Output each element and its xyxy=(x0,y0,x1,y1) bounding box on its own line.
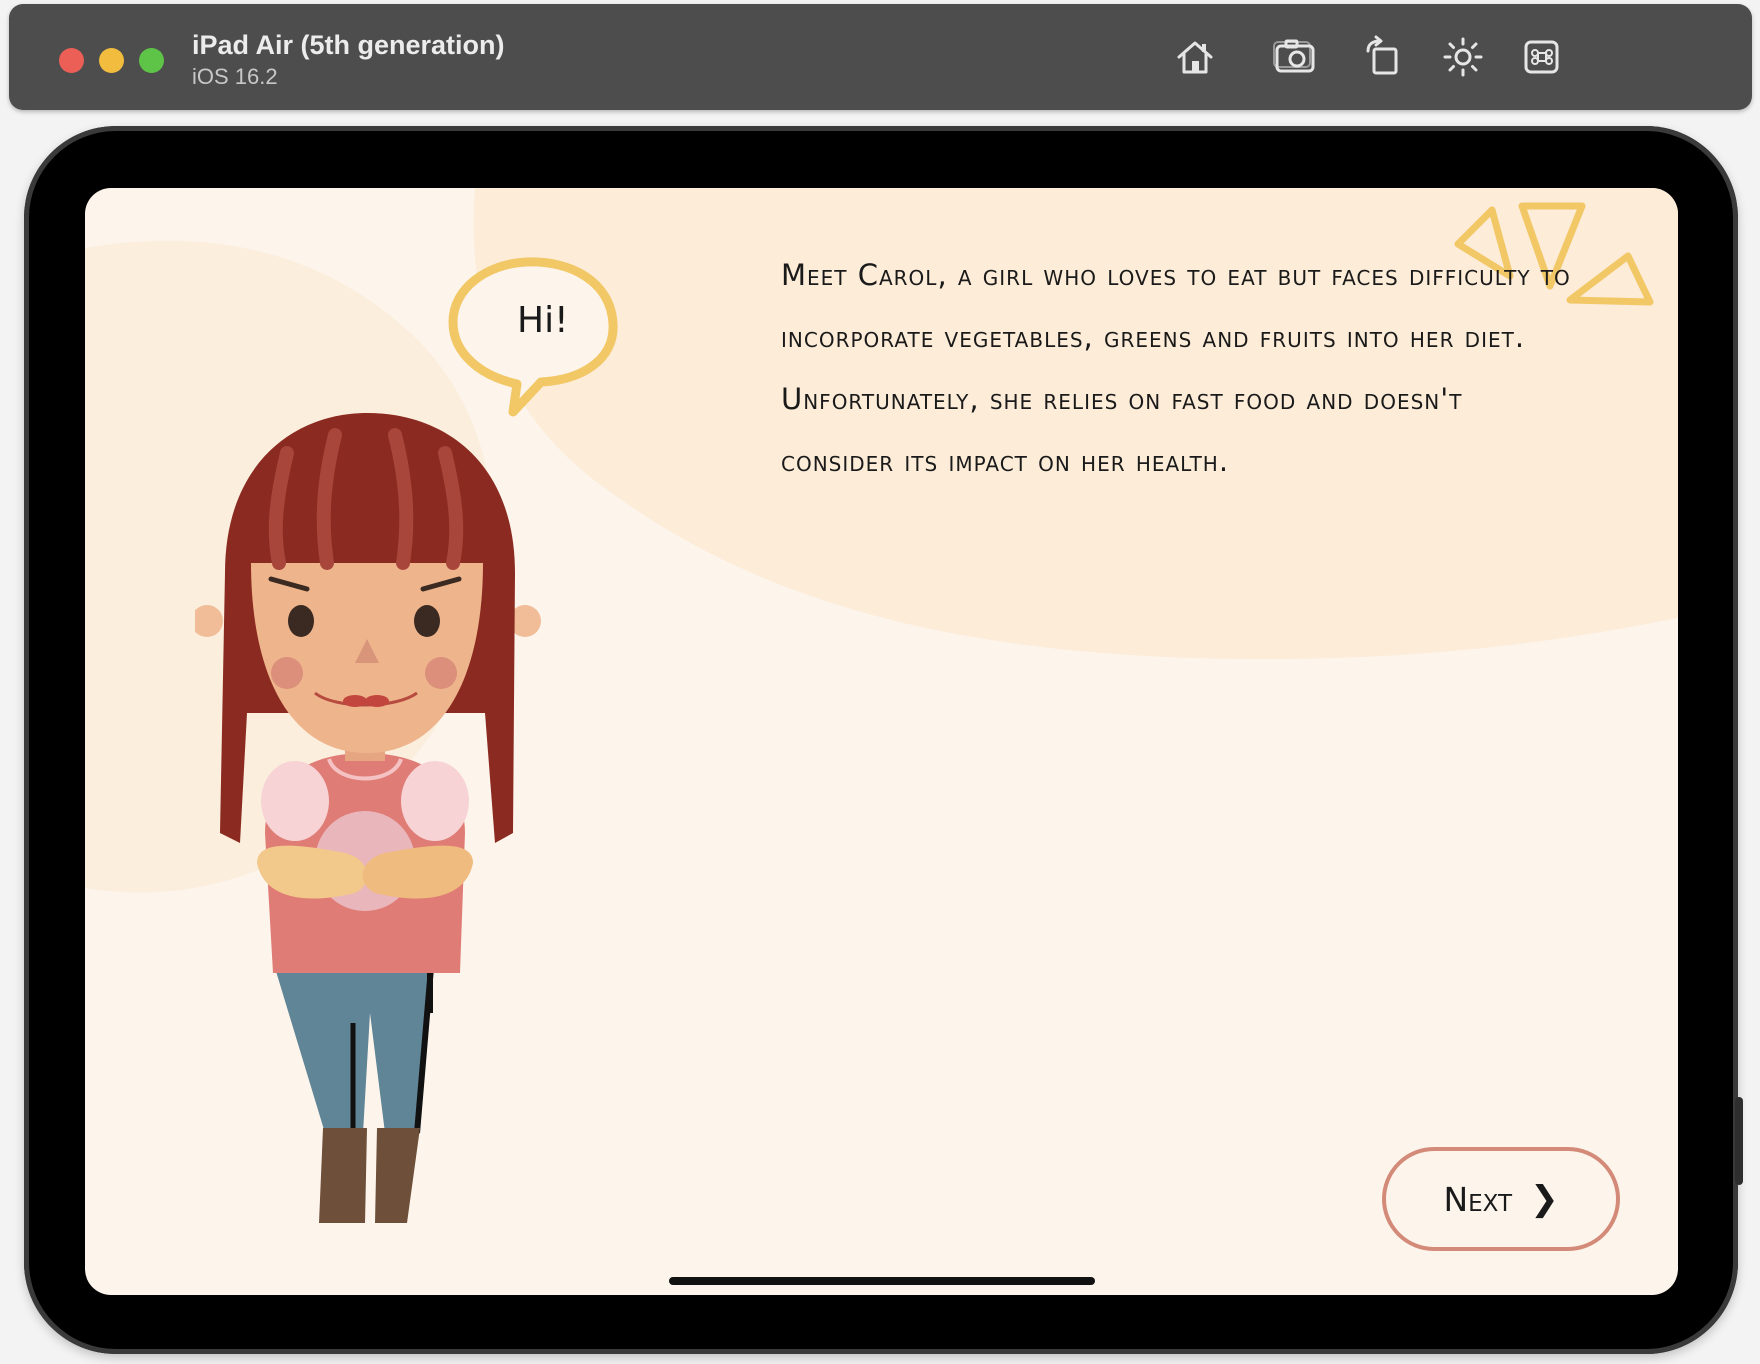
simulator-window: iPad Air (5th generation) iOS 16.2 Hi! M… xyxy=(0,0,1760,1364)
home-button[interactable] xyxy=(1170,32,1220,82)
rotate-button[interactable] xyxy=(1359,32,1409,82)
home-icon xyxy=(1177,41,1213,74)
command-icon xyxy=(1524,40,1559,74)
next-button-label: Next xyxy=(1443,1179,1513,1219)
rotate-icon xyxy=(1366,35,1398,75)
zoom-window-button[interactable] xyxy=(139,48,164,73)
side-button[interactable] xyxy=(1735,1097,1743,1185)
screenshot-button[interactable] xyxy=(1270,32,1320,82)
screenshot-icon xyxy=(1273,39,1315,73)
close-window-button[interactable] xyxy=(59,48,84,73)
next-button[interactable]: Next ❯ xyxy=(1382,1147,1620,1251)
home-indicator[interactable] xyxy=(669,1277,1095,1285)
simulator-titlebar: iPad Air (5th generation) iOS 16.2 xyxy=(9,4,1752,110)
appearance-icon xyxy=(1443,37,1483,77)
story-paragraph: Meet Carol, a girl who loves to eat but … xyxy=(781,258,1571,478)
command-button[interactable] xyxy=(1517,32,1567,82)
carol-character-illustration xyxy=(195,413,541,1223)
speech-bubble-text: Hi! xyxy=(517,300,569,341)
appearance-button[interactable] xyxy=(1438,32,1488,82)
app-screen: Hi! Meet Carol, a girl who loves to eat … xyxy=(85,188,1678,1295)
device-os-version: iOS 16.2 xyxy=(192,64,278,89)
minimize-window-button[interactable] xyxy=(99,48,124,73)
chevron-right-icon: ❯ xyxy=(1530,1179,1559,1219)
device-name: iPad Air (5th generation) xyxy=(192,30,505,60)
